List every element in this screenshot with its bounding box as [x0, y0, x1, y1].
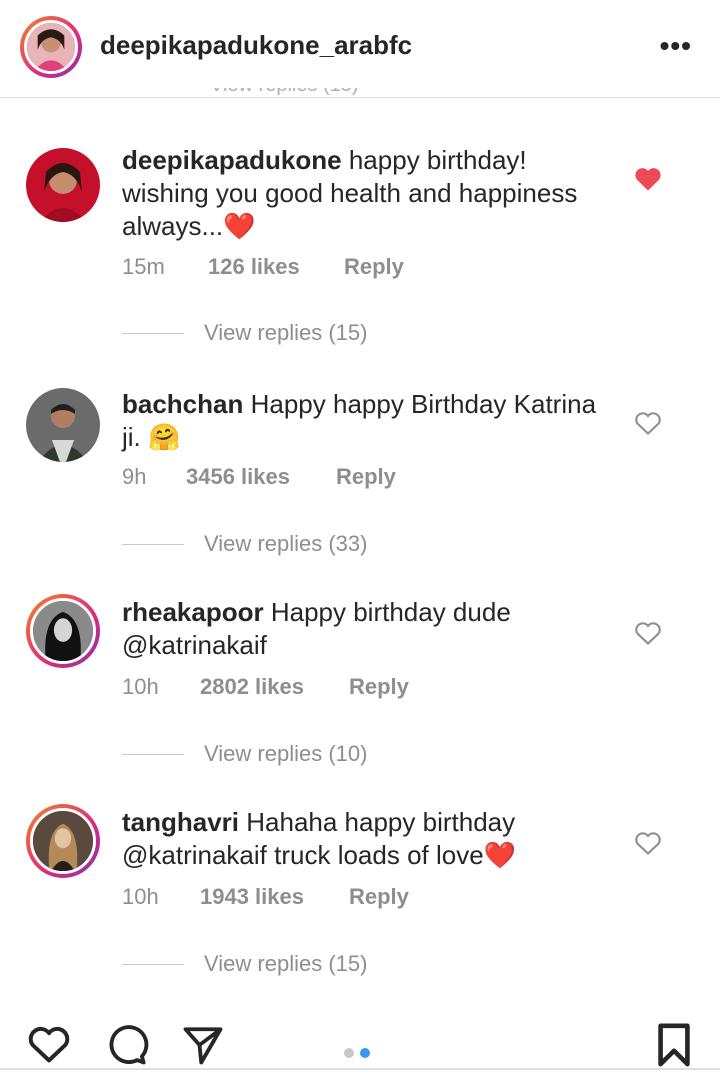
comment-meta: 15m 126 likes Reply: [122, 254, 404, 280]
reply-button[interactable]: Reply: [349, 674, 409, 700]
mention-link[interactable]: @katrinakaif: [122, 630, 267, 660]
heart-icon[interactable]: [634, 620, 662, 646]
comment-likes[interactable]: 126 likes: [208, 254, 344, 280]
heart-emoji: ❤️: [223, 211, 256, 241]
avatar[interactable]: [26, 148, 100, 222]
comment-meta: 9h 3456 likes Reply: [122, 464, 396, 490]
divider-line: [122, 332, 184, 334]
comment-likes[interactable]: 2802 likes: [200, 674, 349, 700]
comment-time: 9h: [122, 464, 147, 489]
view-replies-label[interactable]: View replies (15): [204, 320, 367, 346]
avatar[interactable]: [26, 388, 100, 462]
comment-likes[interactable]: 3456 likes: [186, 464, 336, 490]
divider-line: [122, 963, 184, 965]
comment-username[interactable]: deepikapadukone: [122, 145, 342, 175]
view-replies[interactable]: View replies (33): [122, 531, 367, 557]
heart-emoji: ❤️: [483, 840, 517, 870]
comment-time: 15m: [122, 254, 165, 279]
post-username[interactable]: deepikapadukone_arabfc: [100, 30, 412, 61]
comment-time: 10h: [122, 884, 159, 909]
view-replies[interactable]: View replies (15): [122, 320, 367, 346]
comment-text: rheakapoor Happy birthday dude @katrinak…: [122, 596, 612, 662]
comment-text: bachchan Happy happy Birthday Katrina ji…: [122, 388, 612, 454]
partial-view-replies: View replies (15): [210, 88, 440, 104]
comment-username[interactable]: tanghavri: [122, 807, 239, 837]
carousel-dot: [344, 1048, 354, 1058]
comment-icon[interactable]: [104, 1024, 150, 1066]
more-options-icon[interactable]: •••: [660, 30, 692, 62]
comment-meta: 10h 2802 likes Reply: [122, 674, 409, 700]
heart-icon[interactable]: [26, 1024, 72, 1064]
hug-emoji: 🤗: [148, 422, 181, 452]
comment-body-continued: truck loads of love: [266, 840, 484, 870]
profile-photo: [27, 23, 75, 71]
divider: [0, 1068, 720, 1070]
avatar-photo: [26, 148, 100, 222]
comment-text: tanghavri Hahaha happy birthday @katrina…: [122, 806, 612, 872]
view-replies-label[interactable]: View replies (10): [204, 741, 367, 767]
reply-button[interactable]: Reply: [349, 884, 409, 910]
comment-text: deepikapadukone happy birthday! wishing …: [122, 144, 612, 243]
heart-icon[interactable]: [634, 166, 662, 192]
comment-likes[interactable]: 1943 likes: [200, 884, 349, 910]
comment-username[interactable]: rheakapoor: [122, 597, 264, 627]
carousel-indicator: [344, 1048, 370, 1058]
heart-icon[interactable]: [634, 830, 662, 856]
comment-body: Happy birthday dude: [263, 597, 511, 627]
avatar-photo: [33, 601, 93, 661]
divider-line: [122, 543, 184, 545]
avatar[interactable]: [26, 804, 100, 878]
avatar-photo: [26, 388, 100, 462]
comment-meta: 10h 1943 likes Reply: [122, 884, 409, 910]
view-replies-label[interactable]: View replies (15): [204, 951, 367, 977]
view-replies[interactable]: View replies (15): [122, 951, 367, 977]
reply-button[interactable]: Reply: [336, 464, 396, 490]
bookmark-icon[interactable]: [654, 1022, 694, 1068]
divider-line: [122, 753, 184, 755]
post-action-bar: [0, 1010, 720, 1075]
heart-icon[interactable]: [634, 410, 662, 436]
reply-button[interactable]: Reply: [344, 254, 404, 280]
profile-avatar[interactable]: [20, 16, 82, 78]
carousel-dot-active: [360, 1048, 370, 1058]
share-icon[interactable]: [180, 1024, 226, 1066]
avatar[interactable]: [26, 594, 100, 668]
avatar-photo: [33, 811, 93, 871]
view-replies-label[interactable]: View replies (33): [204, 531, 367, 557]
comment-body: Hahaha happy birthday: [239, 807, 516, 837]
view-replies[interactable]: View replies (10): [122, 741, 367, 767]
comment-username[interactable]: bachchan: [122, 389, 243, 419]
comment-time: 10h: [122, 674, 159, 699]
post-header: deepikapadukone_arabfc •••: [0, 0, 720, 98]
mention-link[interactable]: @katrinakaif: [122, 840, 267, 870]
